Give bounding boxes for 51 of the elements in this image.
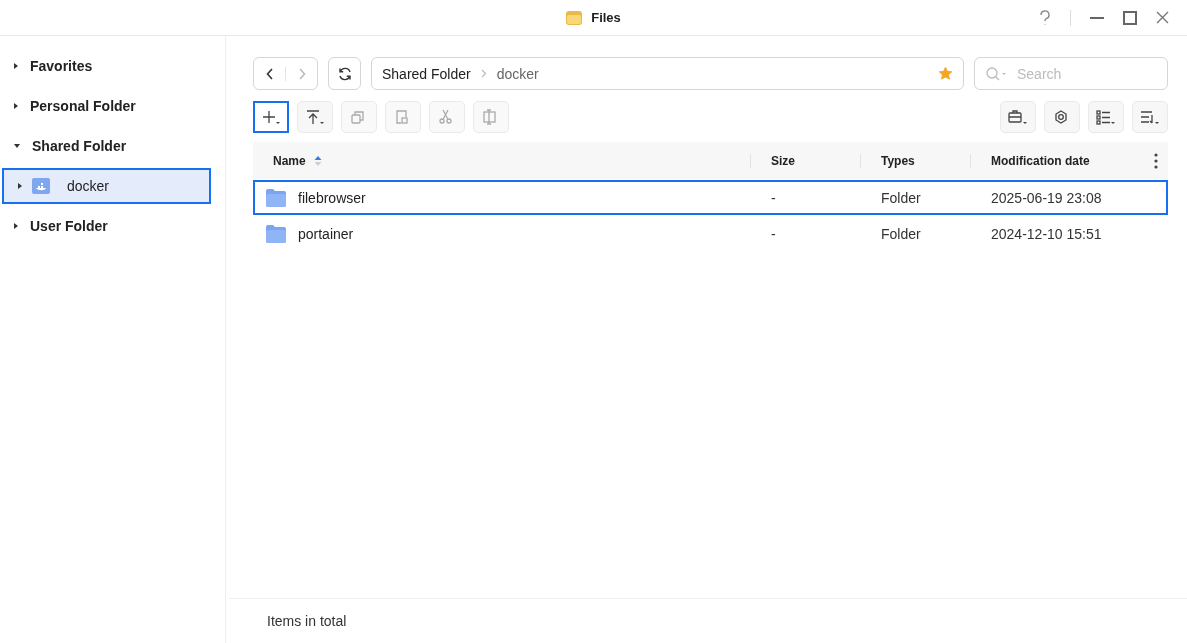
column-header[interactable]: Size bbox=[750, 153, 860, 168]
minimize-icon[interactable] bbox=[1090, 16, 1104, 19]
list-view-icon bbox=[1095, 108, 1117, 126]
table-cell: 2024-12-10 15:51 bbox=[991, 225, 1102, 242]
close-icon[interactable] bbox=[1156, 11, 1169, 24]
folder-icon bbox=[266, 224, 286, 243]
refresh-button[interactable] bbox=[328, 57, 361, 90]
sort-icon bbox=[1139, 108, 1161, 126]
table-cell: 2025-06-19 23:08 bbox=[991, 189, 1102, 206]
tree-item[interactable]: User Folder bbox=[2, 208, 211, 244]
upload-button[interactable] bbox=[297, 101, 333, 133]
status-text: Items in total bbox=[267, 613, 347, 629]
settings-button[interactable] bbox=[1044, 101, 1080, 133]
tree-item[interactable]: Shared Folder bbox=[2, 128, 211, 164]
chevron-left-icon bbox=[265, 67, 274, 80]
table-cell: - bbox=[771, 225, 776, 242]
table-cell: Folder bbox=[881, 189, 921, 206]
column-header[interactable]: Types bbox=[860, 153, 970, 168]
column-header[interactable]: Name bbox=[253, 153, 750, 168]
plus-icon bbox=[261, 108, 281, 126]
upload-icon bbox=[305, 108, 325, 126]
more-icon[interactable] bbox=[1154, 153, 1158, 169]
tools-button[interactable] bbox=[1000, 101, 1036, 133]
sort-button[interactable] bbox=[1132, 101, 1168, 133]
file-row[interactable]: portainer - Folder 2024-12-10 15:51 bbox=[253, 216, 1168, 251]
tree-item[interactable]: Favorites bbox=[2, 48, 211, 84]
window-title: Files bbox=[591, 10, 621, 25]
folder-icon bbox=[566, 10, 583, 25]
breadcrumb-link[interactable]: Shared Folder bbox=[382, 65, 471, 82]
maximize-icon[interactable] bbox=[1123, 10, 1137, 25]
folder-icon bbox=[266, 188, 286, 207]
table-cell: - bbox=[771, 189, 776, 206]
chevron-icon bbox=[480, 69, 487, 78]
breadcrumb-link[interactable]: docker bbox=[496, 65, 539, 82]
refresh-icon bbox=[337, 66, 352, 81]
view-button[interactable] bbox=[1088, 101, 1124, 133]
star-icon[interactable] bbox=[938, 66, 953, 81]
tree-item[interactable]: Personal Folder bbox=[2, 88, 211, 124]
path-bar[interactable]: Shared Folder docker bbox=[371, 57, 964, 90]
shared-folder-icon bbox=[32, 178, 50, 194]
file-row[interactable]: filebrowser - Folder 2025-06-19 23:08 bbox=[253, 180, 1168, 215]
tree-item[interactable]: docker bbox=[2, 168, 211, 204]
file-name: portainer bbox=[298, 225, 354, 242]
help-icon[interactable] bbox=[1039, 9, 1051, 26]
create-button[interactable] bbox=[253, 101, 289, 133]
search-field[interactable]: Search bbox=[974, 57, 1168, 90]
sort-arrows-icon bbox=[313, 154, 322, 167]
briefcase-icon bbox=[1007, 108, 1029, 126]
file-name: filebrowser bbox=[298, 189, 366, 206]
chevron-right-icon bbox=[297, 67, 306, 80]
table-cell: Folder bbox=[881, 225, 921, 242]
